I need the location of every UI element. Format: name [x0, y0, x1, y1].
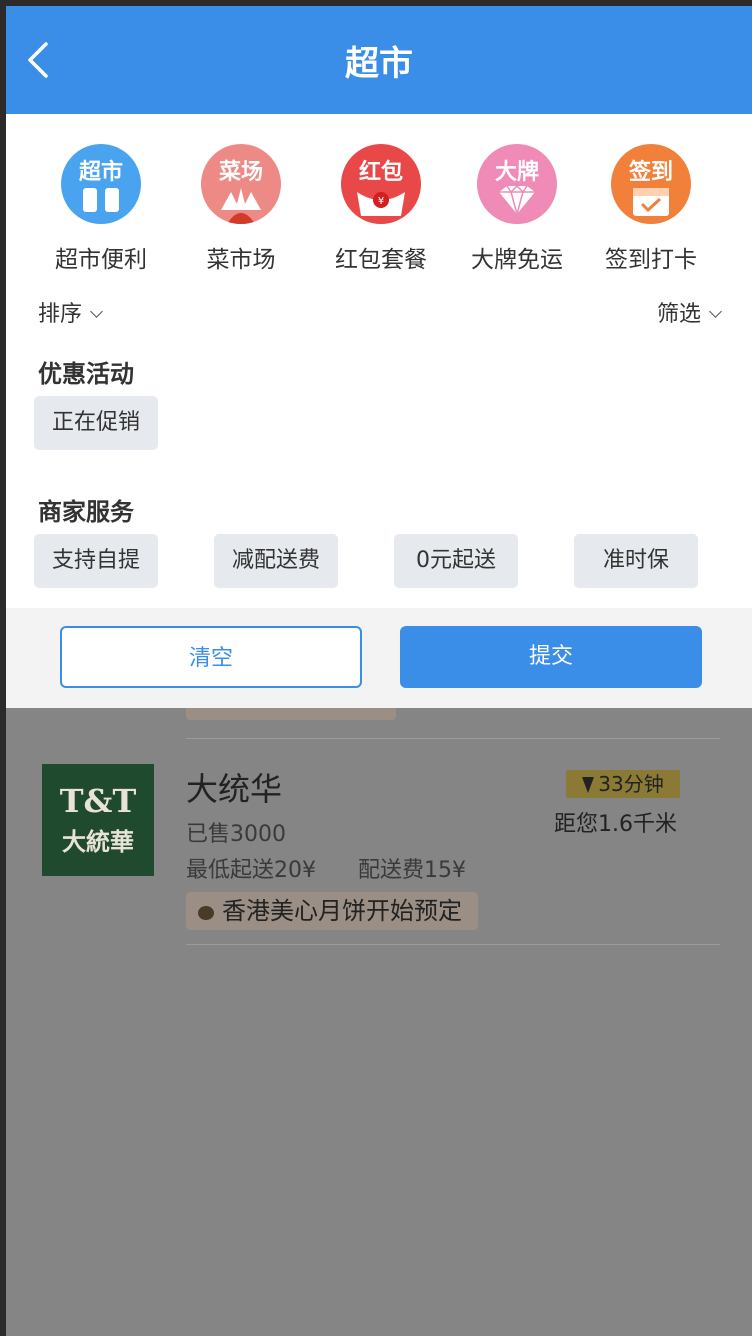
promotions-title: 优惠活动: [38, 360, 134, 388]
category-label: 大牌免运: [471, 247, 563, 273]
supermarket-icon: 超市: [61, 144, 141, 224]
delivery-time-badge: 33分钟: [566, 770, 680, 798]
category-red-envelope[interactable]: 红包 ¥ 红包套餐: [316, 144, 446, 274]
chip-reduced-delivery-fee[interactable]: 减配送费: [214, 534, 338, 588]
category-supermarket[interactable]: 超市 超市便利: [36, 144, 166, 274]
promo-text: 香港美心月饼开始预定: [222, 897, 462, 925]
chip-on-time-guarantee[interactable]: 准时保: [574, 534, 698, 588]
vegetable-icon: 菜场: [201, 144, 281, 224]
chip-on-sale[interactable]: 正在促销: [34, 396, 158, 450]
nav-header: 超市: [6, 6, 752, 114]
lightning-icon: [582, 777, 595, 793]
category-vegetable-market[interactable]: 菜场 菜市场: [176, 144, 306, 274]
page-title: 超市: [345, 44, 413, 84]
category-check-in[interactable]: 签到 签到打卡: [586, 144, 716, 274]
diamond-icon: 大牌: [477, 144, 557, 224]
logo-text: 大統華: [62, 827, 134, 856]
pig-icon: [198, 906, 214, 920]
divider: [186, 738, 720, 739]
app-screen: 超市 超市 超市便利 菜场 菜市场 红包 ¥ 红包套餐 大牌 大牌免运 签到 签…: [6, 6, 752, 1336]
filter-label: 筛选: [656, 302, 701, 327]
delivery-time: 33分钟: [598, 772, 664, 796]
store-logo[interactable]: T&T 大統華: [42, 764, 154, 876]
calendar-check-icon: 签到: [611, 144, 691, 224]
store-distance: 距您1.6千米: [554, 812, 677, 837]
filter-panel: 排序 筛选 优惠活动 正在促销 商家服务 支持自提 减配送费 0元起送 准时保: [6, 286, 752, 608]
category-brand-free-shipping[interactable]: 大牌 大牌免运: [452, 144, 582, 274]
promo-tag-partial: [186, 708, 396, 720]
svg-text:¥: ¥: [378, 196, 384, 207]
chip-self-pickup[interactable]: 支持自提: [34, 534, 158, 588]
store-min-order: 最低起送20¥: [186, 858, 316, 883]
chip-zero-minimum[interactable]: 0元起送: [394, 534, 518, 588]
sort-dropdown[interactable]: 排序: [38, 296, 103, 328]
action-bar: 清空 提交: [6, 608, 752, 708]
device-frame: 超市 超市 超市便利 菜场 菜市场 红包 ¥ 红包套餐 大牌 大牌免运 签到 签…: [0, 0, 752, 1336]
logo-text: T&T: [59, 782, 137, 820]
chevron-down-icon: [90, 305, 103, 318]
store-promo-tag: 香港美心月饼开始预定: [186, 892, 478, 930]
divider: [186, 944, 720, 945]
sort-label: 排序: [38, 302, 83, 327]
category-label: 红包套餐: [335, 247, 427, 273]
category-label: 菜市场: [206, 247, 276, 273]
category-label: 超市便利: [55, 247, 147, 273]
store-name[interactable]: 大统华: [186, 764, 282, 810]
store-list-dimmed: T&T 大統華 大统华 已售3000 最低起送20¥ 配送费15¥ 香港美心月饼…: [6, 708, 752, 1336]
submit-button[interactable]: 提交: [400, 626, 702, 688]
services-title: 商家服务: [38, 498, 134, 526]
store-delivery-fee: 配送费15¥: [358, 858, 466, 883]
category-label: 签到打卡: [605, 247, 697, 273]
clear-button[interactable]: 清空: [60, 626, 362, 688]
store-sold-count: 已售3000: [186, 822, 286, 847]
filter-dropdown[interactable]: 筛选: [656, 296, 722, 328]
category-row: 超市 超市便利 菜场 菜市场 红包 ¥ 红包套餐 大牌 大牌免运 签到 签到打卡: [6, 114, 752, 286]
chevron-down-icon: [709, 305, 722, 318]
red-envelope-icon: 红包 ¥: [341, 144, 421, 224]
